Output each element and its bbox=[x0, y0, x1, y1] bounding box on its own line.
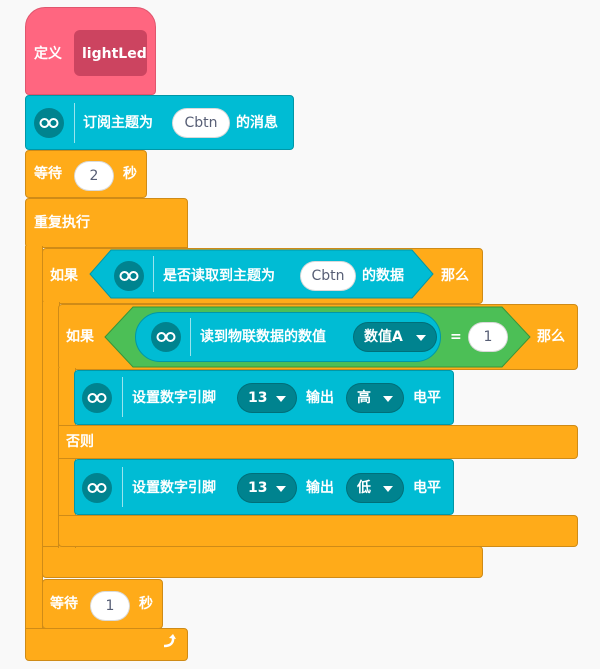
set-pin-low-label: 设置数字引脚 bbox=[132, 480, 216, 496]
dropdown-arrow-icon bbox=[383, 396, 393, 402]
if-inner-then: 那么 bbox=[537, 329, 565, 345]
wait-seconds-input[interactable]: 2 bbox=[74, 161, 114, 191]
if-outer-then: 那么 bbox=[441, 268, 469, 284]
extension-icon bbox=[82, 383, 112, 413]
set-pin-high-output: 输出 bbox=[306, 390, 334, 406]
dropdown-arrow-icon bbox=[276, 396, 286, 402]
define-name: lightLed bbox=[82, 46, 147, 62]
level-dropdown-high[interactable]: 高 bbox=[346, 383, 404, 413]
if-outer-bottom bbox=[42, 546, 483, 578]
read-topic-suffix: 的数据 bbox=[362, 268, 404, 284]
extension-icon bbox=[114, 261, 144, 291]
extension-icon bbox=[151, 322, 181, 352]
if-outer-label: 如果 bbox=[50, 268, 78, 284]
set-pin-low-suffix: 电平 bbox=[413, 480, 441, 496]
define-label: 定义 bbox=[34, 46, 62, 62]
extension-icon bbox=[34, 108, 64, 138]
else-row bbox=[58, 425, 578, 459]
extension-icon bbox=[82, 473, 112, 503]
level-dropdown-low[interactable]: 低 bbox=[346, 473, 404, 503]
wait-2-unit: 秒 bbox=[139, 596, 153, 612]
if-inner-label: 如果 bbox=[66, 329, 94, 345]
read-value-label: 读到物联数据的数值 bbox=[200, 329, 326, 345]
wait-2-label: 等待 bbox=[50, 596, 78, 612]
equals-sign: = bbox=[450, 329, 462, 345]
loop-arrow-icon bbox=[160, 633, 178, 655]
read-value-dropdown[interactable]: 数值A bbox=[353, 322, 437, 352]
read-topic-label: 是否读取到主题为 bbox=[163, 268, 275, 284]
pin-dropdown-low[interactable]: 13 bbox=[237, 473, 297, 503]
wait-2-seconds-input[interactable]: 1 bbox=[90, 591, 130, 621]
wait-label: 等待 bbox=[34, 166, 62, 182]
pin-dropdown-high[interactable]: 13 bbox=[237, 383, 297, 413]
set-pin-low-output: 输出 bbox=[306, 480, 334, 496]
compare-value-input[interactable]: 1 bbox=[468, 322, 508, 352]
set-pin-high-suffix: 电平 bbox=[413, 390, 441, 406]
subscribe-topic-input[interactable]: Cbtn bbox=[172, 108, 230, 138]
else-label: 否则 bbox=[66, 434, 94, 450]
forever-arm bbox=[25, 246, 43, 631]
if-else-bottom bbox=[58, 515, 578, 547]
wait-unit: 秒 bbox=[123, 166, 137, 182]
subscribe-label: 订阅主题为 bbox=[83, 115, 153, 131]
dropdown-arrow-icon bbox=[416, 335, 426, 341]
dropdown-arrow-icon bbox=[276, 486, 286, 492]
read-topic-input[interactable]: Cbtn bbox=[300, 261, 356, 291]
dropdown-arrow-icon bbox=[383, 486, 393, 492]
set-pin-high-label: 设置数字引脚 bbox=[132, 390, 216, 406]
subscribe-suffix: 的消息 bbox=[236, 115, 278, 131]
forever-label: 重复执行 bbox=[34, 215, 90, 231]
